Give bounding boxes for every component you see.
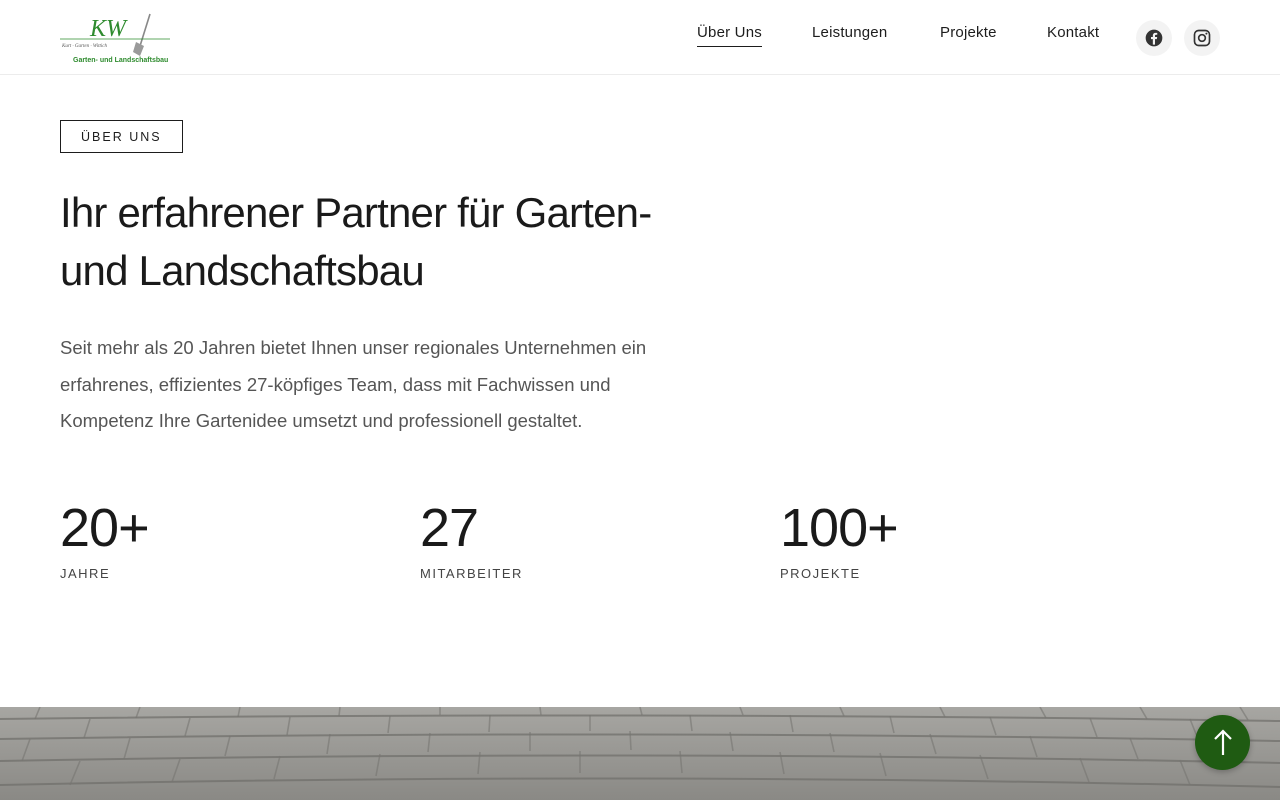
stat-label: JAHRE [60,566,111,581]
facebook-link[interactable] [1136,20,1172,56]
nav-item-kontakt[interactable]: Kontakt [1047,24,1099,46]
stat-value: 27 [420,498,479,558]
site-header: KW Kurt · Garten · Wittich Garten- und L… [0,0,1280,75]
arrow-up-icon [1213,728,1232,755]
stat-employees: 27 MITARBEITER [420,496,523,581]
instagram-icon [1193,29,1211,47]
facebook-icon [1145,29,1163,47]
stat-projects: 100+ PROJEKTE [780,496,899,581]
nav-item-projekte[interactable]: Projekte [940,24,997,46]
back-to-top-button[interactable] [1195,715,1250,770]
stat-value: 20+ [60,498,150,558]
instagram-link[interactable] [1184,20,1220,56]
intro-text: Seit mehr als 20 Jahren bietet Ihnen uns… [60,337,647,431]
nav-item-ueber-uns[interactable]: Über Uns [697,24,762,47]
stat-label: PROJEKTE [780,566,861,581]
nav-item-leistungen[interactable]: Leistungen [812,24,887,46]
main-nav: Über Uns Leistungen Projekte Kontakt [0,0,1280,75]
section-badge: ÜBER UNS [60,120,183,153]
stat-years: 20+ JAHRE [60,496,150,581]
paving-stones-image [0,707,1280,800]
page-title: Ihr erfahrener Partner für Garten- und L… [60,189,652,294]
stat-value: 100+ [780,498,899,558]
paving-pattern [0,707,1280,800]
stat-label: MITARBEITER [420,566,523,581]
